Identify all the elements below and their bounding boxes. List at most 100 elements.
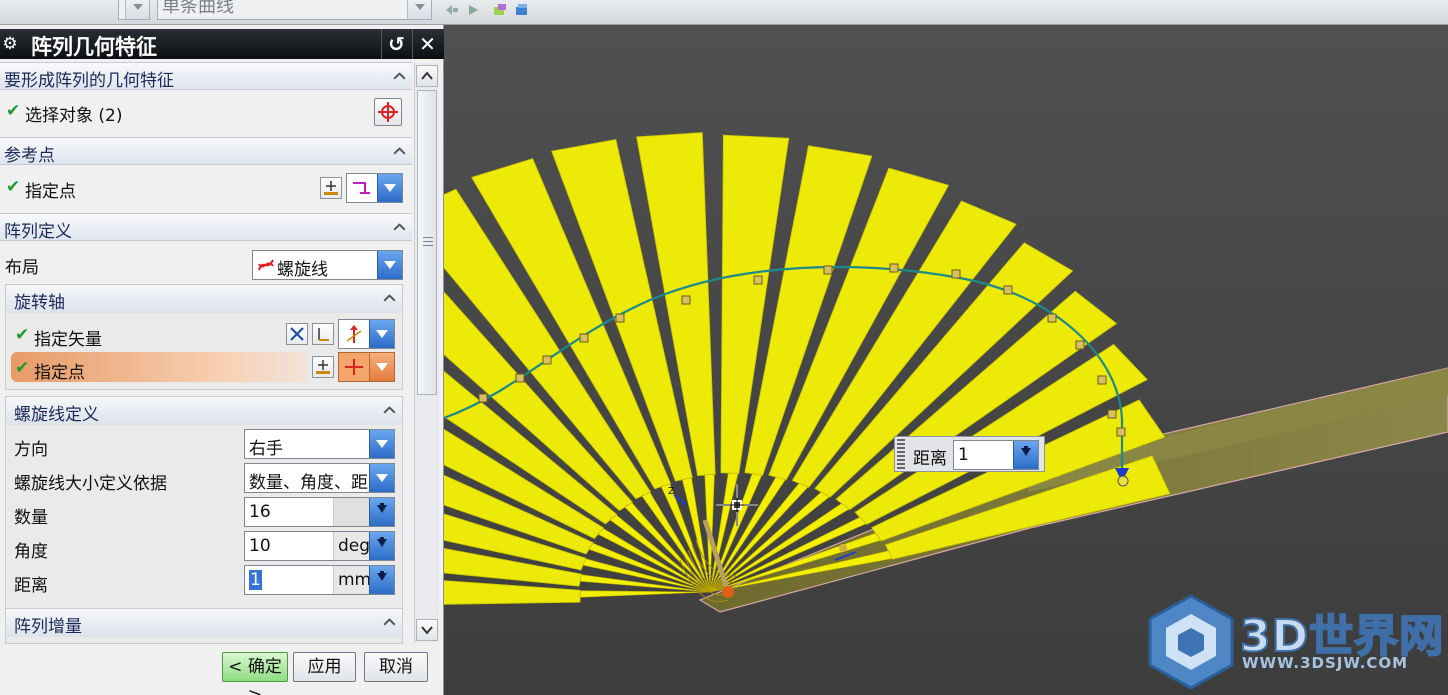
vector-dialog-button[interactable]: [312, 323, 334, 345]
layout-label: 布局: [5, 258, 39, 278]
arrow-icon[interactable]: [444, 2, 460, 18]
svg-text:Z: Z: [668, 486, 675, 497]
toolbar-dropdown[interactable]: [118, 0, 150, 20]
chevron-down-icon[interactable]: [369, 430, 394, 458]
chevron-down-icon[interactable]: [369, 464, 394, 492]
scroll-up-arrow[interactable]: [416, 65, 438, 87]
chevron-down-icon[interactable]: [377, 174, 402, 202]
collapse-icon[interactable]: [392, 220, 408, 234]
helix-icon: [258, 259, 274, 271]
layout-value: 螺旋线: [277, 260, 328, 280]
chevron-down-icon[interactable]: [369, 320, 394, 348]
collapse-icon[interactable]: [382, 403, 398, 417]
helix-point: [1097, 375, 1107, 385]
value-options-icon[interactable]: [369, 498, 394, 526]
count-input[interactable]: 16: [244, 497, 395, 527]
grip-line: [423, 241, 433, 242]
cube-logo-icon: [1148, 594, 1234, 690]
layout-dropdown[interactable]: 螺旋线: [252, 250, 403, 280]
angle-value: 10: [249, 536, 271, 556]
collapse-icon[interactable]: [392, 69, 408, 83]
origin-point: [722, 586, 734, 598]
size-basis-row: 螺旋线大小定义依据 数量、角度、距: [6, 463, 402, 497]
grip-line: [423, 237, 433, 238]
section-reference-point-header[interactable]: 参考点: [0, 137, 412, 166]
axis-point-type-dropdown[interactable]: [338, 352, 395, 382]
group-label: 螺旋线定义: [14, 405, 99, 425]
close-icon[interactable]: ✕: [412, 29, 442, 59]
apply-button[interactable]: 应用: [293, 652, 356, 682]
helix-point: [681, 295, 691, 305]
blade-root: [579, 590, 711, 598]
helix-point: [1116, 427, 1126, 437]
value-options-icon[interactable]: [369, 566, 394, 594]
angle-unit-box: deg: [333, 532, 370, 560]
distance-input[interactable]: 1 mm: [244, 565, 395, 595]
distance-tooltip-dropdown[interactable]: 1: [953, 440, 1039, 470]
helix-point: [478, 393, 488, 403]
distance-tooltip-value: 1: [958, 445, 969, 465]
distance-row: 距离 1 mm: [6, 565, 402, 599]
collapse-icon[interactable]: [382, 615, 398, 629]
chevron-down-icon: [125, 0, 149, 19]
point-dialog-button[interactable]: [320, 177, 342, 199]
layout-row: 布局 螺旋线: [0, 247, 412, 281]
distance-unit: mm: [338, 570, 372, 590]
angle-input[interactable]: 10 deg: [244, 531, 395, 561]
play-icon[interactable]: [466, 2, 482, 18]
reset-icon[interactable]: ↺: [381, 29, 411, 59]
point-type-dropdown[interactable]: [346, 173, 403, 203]
dialog-scrollbar[interactable]: [414, 63, 439, 643]
chevron-down-icon[interactable]: [369, 353, 394, 381]
pattern-increment-group: 阵列增量: [5, 608, 403, 644]
site-watermark: 3D世界网 WWW.3DSJW.COM: [1146, 592, 1448, 692]
helix-definition-group: 螺旋线定义 方向 右手 螺旋线大小定义依据 数量、角度、距 数量 16 角度 1…: [5, 396, 403, 630]
axis-point-dialog-button[interactable]: [312, 356, 334, 378]
scroll-down-arrow[interactable]: [416, 619, 438, 641]
distance-onscreen-input[interactable]: 距离 1: [894, 436, 1045, 472]
section-pattern-definition-header[interactable]: 阵列定义: [0, 213, 412, 242]
direction-value: 右手: [249, 439, 283, 459]
distance-value: 1: [249, 570, 262, 590]
section-geometry-header[interactable]: 要形成阵列的几何特征: [0, 62, 412, 91]
paint-icon[interactable]: [492, 2, 508, 18]
scroll-thumb[interactable]: [417, 90, 437, 395]
vector-icon: [346, 325, 362, 343]
check-icon: ✔: [6, 177, 21, 197]
size-basis-label: 螺旋线大小定义依据: [14, 474, 167, 494]
gear-icon[interactable]: ⚙: [0, 31, 20, 57]
vector-dialog-icon: [318, 328, 329, 341]
value-options-icon[interactable]: [1013, 441, 1038, 469]
section-label: 要形成阵列的几何特征: [4, 71, 174, 91]
cancel-button[interactable]: 取消: [364, 652, 428, 682]
collapse-icon[interactable]: [382, 291, 398, 305]
curve-rule-value: 单条曲线: [162, 0, 234, 17]
vector-type-dropdown[interactable]: [338, 319, 395, 349]
count-row: 数量 16: [6, 497, 402, 531]
pattern-increment-header[interactable]: 阵列增量: [6, 609, 402, 637]
curve-rule-dropdown[interactable]: 单条曲线: [157, 0, 432, 20]
chevron-down-icon: [407, 0, 431, 19]
value-options-icon[interactable]: [369, 532, 394, 560]
size-basis-dropdown[interactable]: 数量、角度、距: [244, 463, 395, 493]
direction-row: 方向 右手: [6, 429, 402, 463]
dialog-title: 阵列几何特征: [31, 35, 157, 59]
rotation-axis-header[interactable]: 旋转轴: [6, 285, 402, 313]
point-dialog-icon: [316, 360, 330, 374]
collapse-icon[interactable]: [392, 144, 408, 158]
block-icon[interactable]: [514, 2, 530, 18]
chevron-down-icon[interactable]: [377, 251, 402, 279]
angle-row: 角度 10 deg: [6, 531, 402, 565]
group-label: 阵列增量: [14, 617, 82, 637]
fan-blades: [444, 132, 1171, 605]
drag-handle[interactable]: [897, 439, 905, 469]
helix-point: [579, 333, 589, 343]
top-toolbar: 单条曲线: [0, 0, 1448, 25]
direction-dropdown[interactable]: 右手: [244, 429, 395, 459]
count-value: 16: [249, 502, 271, 522]
select-object-button[interactable]: [374, 98, 402, 126]
helix-definition-header[interactable]: 螺旋线定义: [6, 397, 402, 425]
reverse-direction-button[interactable]: [286, 323, 308, 345]
distance-label: 距离: [14, 576, 48, 596]
ok-button[interactable]: < 确定 >: [222, 652, 288, 695]
